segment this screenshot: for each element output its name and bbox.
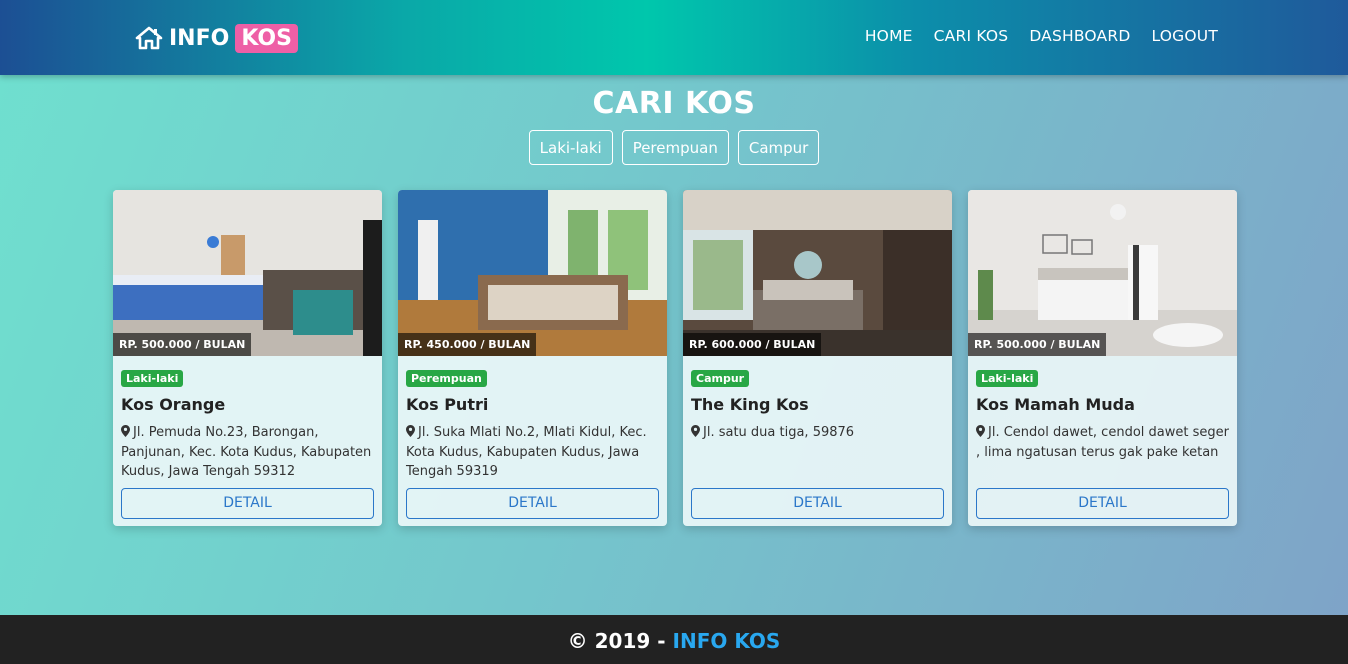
kos-card: RP. 450.000 / BULAN Perempuan Kos Putri … — [398, 190, 667, 526]
kos-photo[interactable]: RP. 500.000 / BULAN — [113, 190, 382, 356]
filter-laki-laki-button[interactable]: Laki-laki — [528, 130, 613, 165]
brand-info-text: INFO — [169, 25, 230, 51]
kos-photo[interactable]: RP. 450.000 / BULAN — [398, 190, 667, 356]
kos-name: Kos Orange — [121, 395, 226, 414]
kos-address: Jl. Suka Mlati No.2, Mlati Kidul, Kec. K… — [406, 423, 659, 482]
footer: © 2019 - INFO KOS — [0, 615, 1348, 664]
kos-photo[interactable]: RP. 600.000 / BULAN — [683, 190, 952, 356]
map-marker-icon — [121, 425, 130, 437]
kos-address: Jl. Pemuda No.23, Barongan, Panjunan, Ke… — [121, 423, 374, 482]
brand-logo[interactable]: INFO KOS — [135, 20, 298, 56]
nav-links: HOME CARI KOS DASHBOARD LOGOUT — [865, 27, 1218, 45]
filter-perempuan-button[interactable]: Perempuan — [621, 130, 729, 165]
price-label: RP. 450.000 / BULAN — [398, 333, 537, 356]
kos-address-text: Jl. Suka Mlati No.2, Mlati Kidul, Kec. K… — [406, 425, 647, 479]
detail-button[interactable]: DETAIL — [406, 488, 659, 519]
gender-badge: Laki-laki — [976, 370, 1039, 387]
kos-photo[interactable]: RP. 500.000 / BULAN — [968, 190, 1237, 356]
gender-badge: Laki-laki — [121, 370, 184, 387]
filter-group: Laki-laki Perempuan Campur — [0, 130, 1348, 165]
map-marker-icon — [691, 425, 700, 437]
kos-address-text: Jl. Cendol dawet, cendol dawet seger , l… — [976, 425, 1229, 460]
kos-name: The King Kos — [691, 395, 809, 414]
kos-address-text: Jl. satu dua tiga, 59876 — [703, 425, 855, 440]
brand-kos-text: KOS — [235, 23, 298, 53]
navbar: INFO KOS HOME CARI KOS DASHBOARD LOGOUT — [0, 0, 1348, 75]
map-marker-icon — [406, 425, 415, 437]
gender-badge: Perempuan — [406, 370, 487, 387]
nav-dashboard[interactable]: DASHBOARD — [1029, 27, 1130, 45]
footer-brand: INFO KOS — [672, 629, 781, 653]
price-label: RP. 600.000 / BULAN — [683, 333, 822, 356]
footer-copyright: © 2019 - — [567, 629, 673, 653]
kos-card-list: RP. 500.000 / BULAN Laki-laki Kos Orange… — [113, 190, 1237, 526]
kos-name: Kos Putri — [406, 395, 489, 414]
nav-home[interactable]: HOME — [865, 27, 913, 45]
kos-card: RP. 500.000 / BULAN Laki-laki Kos Orange… — [113, 190, 382, 526]
nav-logout[interactable]: LOGOUT — [1151, 27, 1218, 45]
kos-name: Kos Mamah Muda — [976, 395, 1135, 414]
nav-cari-kos[interactable]: CARI KOS — [934, 27, 1009, 45]
detail-button[interactable]: DETAIL — [691, 488, 944, 519]
kos-card: RP. 500.000 / BULAN Laki-laki Kos Mamah … — [968, 190, 1237, 526]
home-icon — [135, 26, 163, 50]
detail-button[interactable]: DETAIL — [976, 488, 1229, 519]
kos-address-text: Jl. Pemuda No.23, Barongan, Panjunan, Ke… — [121, 425, 372, 479]
gender-badge: Campur — [691, 370, 750, 387]
price-label: RP. 500.000 / BULAN — [968, 333, 1107, 356]
price-label: RP. 500.000 / BULAN — [113, 333, 252, 356]
kos-address: Jl. satu dua tiga, 59876 — [691, 423, 944, 443]
page-title: CARI KOS — [592, 86, 756, 121]
map-marker-icon — [976, 425, 985, 437]
kos-card: RP. 600.000 / BULAN Campur The King Kos … — [683, 190, 952, 526]
filter-campur-button[interactable]: Campur — [737, 130, 820, 165]
detail-button[interactable]: DETAIL — [121, 488, 374, 519]
kos-address: Jl. Cendol dawet, cendol dawet seger , l… — [976, 423, 1229, 462]
